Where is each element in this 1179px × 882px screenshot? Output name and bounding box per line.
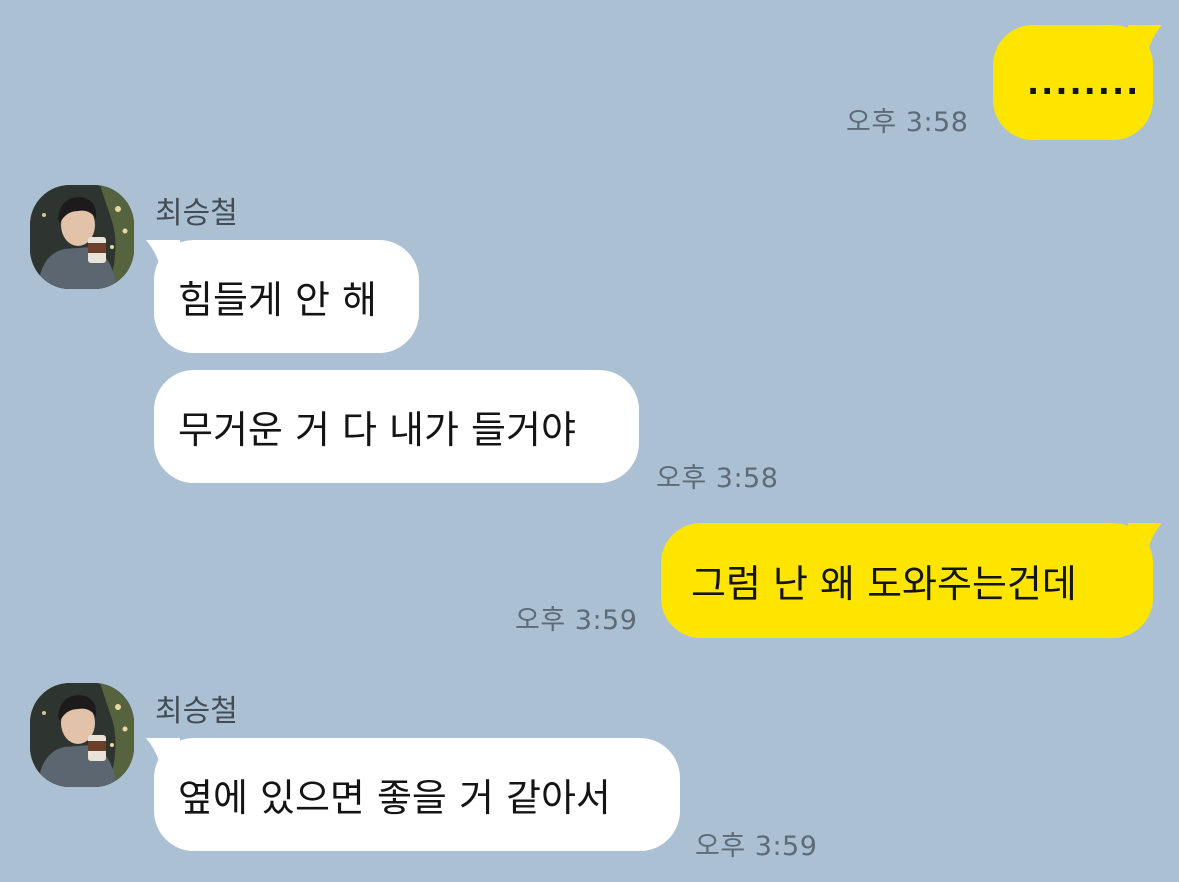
message-text: ........ [1027, 63, 1141, 102]
sender-avatar[interactable] [30, 185, 134, 289]
profile-photo-avatar-icon [30, 683, 134, 787]
incoming-message-bubble[interactable]: 무거운 거 다 내가 들거야 [154, 370, 639, 483]
incoming-message-bubble[interactable]: 옆에 있으면 좋을 거 같아서 [154, 738, 680, 851]
sender-name: 최승철 [155, 196, 238, 231]
message-timestamp: 오후 3:59 [515, 605, 638, 636]
sender-name: 최승철 [155, 694, 238, 729]
message-text: 힘들게 안 해 [178, 278, 377, 322]
message-timestamp: 오후 3:58 [846, 107, 969, 138]
message-timestamp: 오후 3:58 [656, 463, 779, 494]
outgoing-message-bubble[interactable]: 그럼 난 왜 도와주는건데 [661, 523, 1153, 638]
bubble-tail [1128, 25, 1162, 59]
profile-photo-avatar-icon [30, 185, 134, 289]
message-text: 무거운 거 다 내가 들거야 [178, 408, 576, 452]
message-text: 그럼 난 왜 도와주는건데 [691, 562, 1077, 606]
bubble-tail [1128, 523, 1162, 557]
message-text: 옆에 있으면 좋을 거 같아서 [178, 776, 611, 820]
sender-avatar[interactable] [30, 683, 134, 787]
message-timestamp: 오후 3:59 [695, 831, 818, 862]
incoming-message-bubble[interactable]: 힘들게 안 해 [154, 240, 419, 353]
